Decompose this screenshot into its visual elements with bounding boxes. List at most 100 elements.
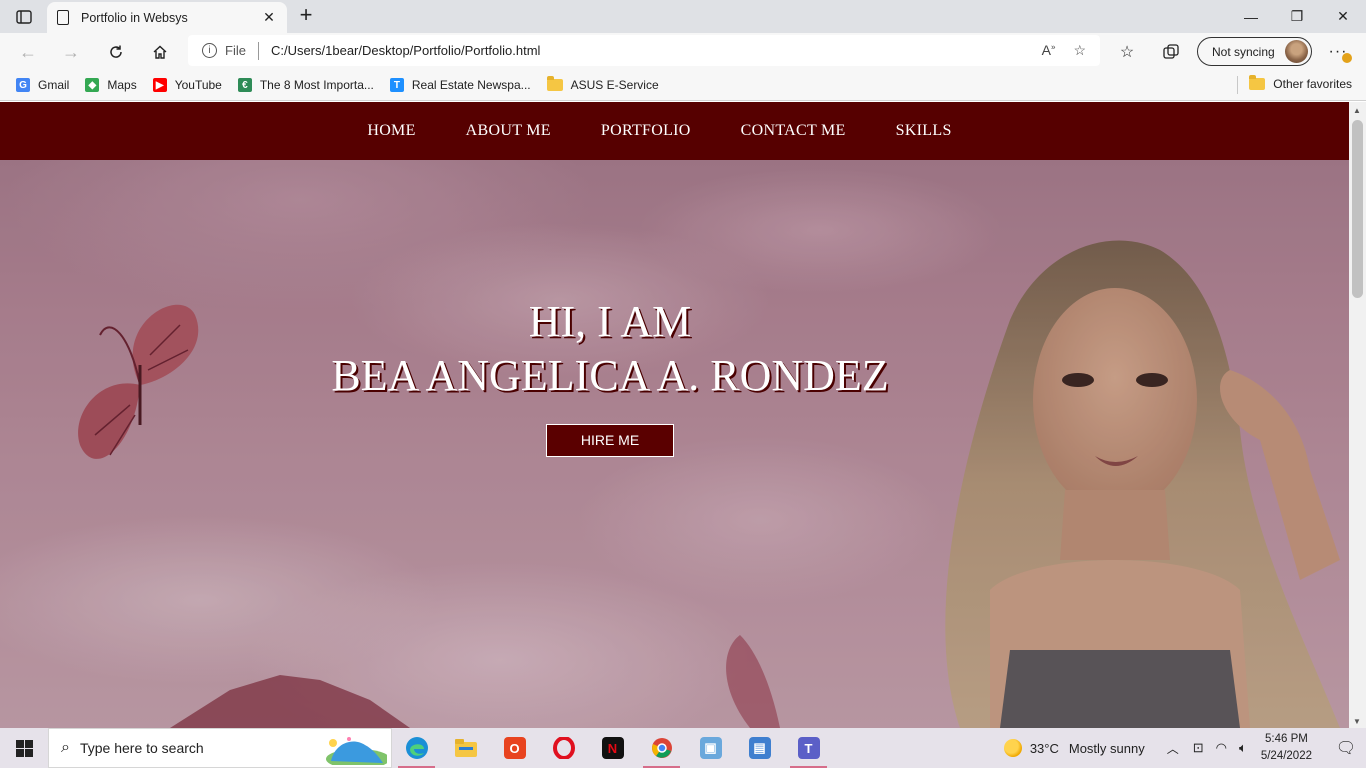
bookmark-youtube[interactable]: ▶ YouTube — [152, 78, 222, 92]
taskbar-office[interactable]: O — [490, 728, 539, 768]
bookmark-label: YouTube — [174, 78, 222, 92]
nav-skills[interactable]: SKILLS — [896, 122, 952, 140]
start-button[interactable] — [0, 728, 48, 768]
taskbar-opera[interactable] — [539, 728, 588, 768]
nav-about-me[interactable]: ABOUT ME — [466, 122, 551, 140]
add-favorite-icon[interactable]: ☆ — [1073, 42, 1086, 59]
bookmark-real-estate-newspa[interactable]: T Real Estate Newspa... — [389, 78, 531, 92]
t-favicon-icon: T — [389, 78, 404, 92]
profile-sync-button[interactable]: Not syncing — [1197, 37, 1312, 66]
sync-label: Not syncing — [1212, 44, 1275, 59]
other-favorites-label: Other favorites — [1273, 77, 1352, 91]
hero-greeting: HI, I AM — [528, 297, 692, 346]
hero-text: HI, I AM BEA ANGELICA A. RONDEZ HIRE ME — [250, 295, 970, 457]
hero-name: BEA ANGELICA A. RONDEZ — [331, 351, 889, 400]
home-button[interactable] — [146, 38, 174, 66]
weather-temp: 33°C — [1029, 740, 1059, 756]
chevron-up-icon[interactable]: ︿ — [1167, 740, 1179, 757]
taskbar-app[interactable]: ▤ — [735, 728, 784, 768]
settings-more-button[interactable]: ··· — [1324, 38, 1352, 66]
taskbar-edge[interactable] — [392, 728, 441, 768]
tab-bar: Portfolio in Websys ✕ + — ❐ ✕ — [0, 0, 1366, 33]
clock-date: 5/24/2022 — [1260, 750, 1312, 762]
page-scrollbar[interactable]: ▲ ▼ — [1349, 102, 1366, 728]
opera-icon — [552, 737, 575, 759]
hero-section: HI, I AM BEA ANGELICA A. RONDEZ HIRE ME — [0, 160, 1349, 728]
search-highlight-illustration — [326, 737, 387, 765]
taskbar-control-panel[interactable]: ▣ — [686, 728, 735, 768]
address-toolbar: ← → i File C:/Users/1bear/Desktop/Portfo… — [0, 33, 1366, 70]
maps-pin-icon: ◆ — [85, 78, 100, 92]
system-tray: 33°C Mostly sunny ︿ ⊡ ◠ 🔈︎ 5:46 PM 5/24/… — [1003, 728, 1366, 768]
taskbar-teams[interactable]: T — [784, 728, 833, 768]
site-favicon-icon: € — [237, 78, 252, 92]
weather-widget[interactable]: 33°C Mostly sunny — [1003, 739, 1145, 757]
youtube-icon: ▶ — [152, 78, 167, 92]
scroll-thumb[interactable] — [1352, 120, 1363, 298]
taskbar-search[interactable]: ⌕ Type here to search — [48, 728, 392, 768]
nav-home[interactable]: HOME — [367, 122, 415, 140]
other-favorites[interactable]: Other favorites — [1249, 75, 1352, 91]
close-window-button[interactable]: ✕ — [1320, 0, 1366, 33]
bookmark-asus-e-service[interactable]: ASUS E-Service — [546, 76, 659, 92]
refresh-icon — [110, 45, 122, 58]
weather-desc: Mostly sunny — [1068, 740, 1145, 756]
site-nav: HOME ABOUT ME PORTFOLIO CONTACT ME SKILL… — [0, 102, 1349, 160]
page-viewport: HOME ABOUT ME PORTFOLIO CONTACT ME SKILL… — [0, 102, 1349, 728]
bookmark-the-8-most-importa[interactable]: € The 8 Most Importa... — [237, 78, 374, 92]
battery-icon[interactable]: ⊡ — [1193, 740, 1204, 756]
minimize-button[interactable]: — — [1228, 0, 1274, 33]
home-icon — [153, 45, 167, 59]
folder-icon — [1249, 75, 1266, 90]
wifi-icon[interactable]: ◠ — [1216, 740, 1227, 756]
taskbar-file-explorer[interactable] — [441, 728, 490, 768]
tab-actions-icon[interactable] — [10, 6, 38, 28]
clock[interactable]: 5:46 PM 5/24/2022 — [1261, 731, 1312, 765]
scroll-up-icon[interactable]: ▲ — [1353, 106, 1361, 115]
folder-icon — [546, 76, 563, 91]
read-aloud-icon[interactable]: A» — [1042, 42, 1056, 59]
restore-button[interactable]: ❐ — [1274, 0, 1320, 33]
url-text[interactable]: C:/Users/1bear/Desktop/Portfolio/Portfol… — [271, 43, 541, 58]
bookmark-gmail[interactable]: G Gmail — [16, 78, 69, 92]
update-badge — [1342, 53, 1352, 63]
butterfly-illustration-2 — [726, 635, 780, 728]
nav-contact-me[interactable]: CONTACT ME — [741, 122, 846, 140]
search-placeholder: Type here to search — [79, 740, 204, 756]
hire-me-button[interactable]: HIRE ME — [546, 424, 674, 457]
refresh-button[interactable] — [102, 38, 130, 66]
bookmark-label: Real Estate Newspa... — [411, 78, 531, 92]
nav-portfolio[interactable]: PORTFOLIO — [601, 122, 691, 140]
windows-taskbar: ⌕ Type here to search O N ▣ ▤ T 33°C Mos… — [0, 728, 1366, 768]
control-panel-icon: ▣ — [699, 737, 722, 759]
teams-icon: T — [797, 737, 820, 759]
forward-button[interactable]: → — [57, 38, 85, 66]
search-icon: ⌕ — [61, 739, 70, 756]
scroll-down-icon[interactable]: ▼ — [1353, 717, 1361, 726]
bookmark-label: The 8 Most Importa... — [259, 78, 374, 92]
taskbar-netflix[interactable]: N — [588, 728, 637, 768]
sun-icon — [1003, 739, 1022, 757]
favorites-icon[interactable]: ☆ — [1113, 38, 1141, 66]
back-button[interactable]: ← — [14, 38, 42, 66]
tab-close-icon[interactable]: ✕ — [261, 9, 277, 26]
bookmark-label: Gmail — [38, 78, 70, 92]
edge-icon — [405, 737, 428, 759]
document-icon — [57, 10, 69, 25]
new-tab-button[interactable]: + — [294, 4, 318, 28]
notifications-icon[interactable]: 🗨︎ — [1326, 738, 1366, 758]
collections-icon[interactable] — [1157, 38, 1185, 66]
url-separator — [257, 41, 259, 60]
windows-logo-icon — [15, 739, 33, 757]
info-icon[interactable]: i — [202, 43, 217, 58]
bookmark-maps[interactable]: ◆ Maps — [85, 78, 137, 92]
favorites-bar: G Gmail ◆ Maps ▶ YouTube € The 8 Most Importa..… — [0, 70, 1366, 101]
clock-time: 5:46 PM — [1265, 733, 1308, 745]
taskbar-chrome[interactable] — [637, 728, 686, 768]
active-tab[interactable]: Portfolio in Websys ✕ — [47, 2, 287, 33]
volume-icon[interactable]: 🔈︎ — [1239, 740, 1247, 756]
tab-title: Portfolio in Websys — [81, 10, 188, 25]
file-explorer-icon — [454, 739, 477, 757]
office-icon: O — [503, 737, 526, 759]
address-bar[interactable]: i File C:/Users/1bear/Desktop/Portfolio/… — [188, 35, 1100, 66]
